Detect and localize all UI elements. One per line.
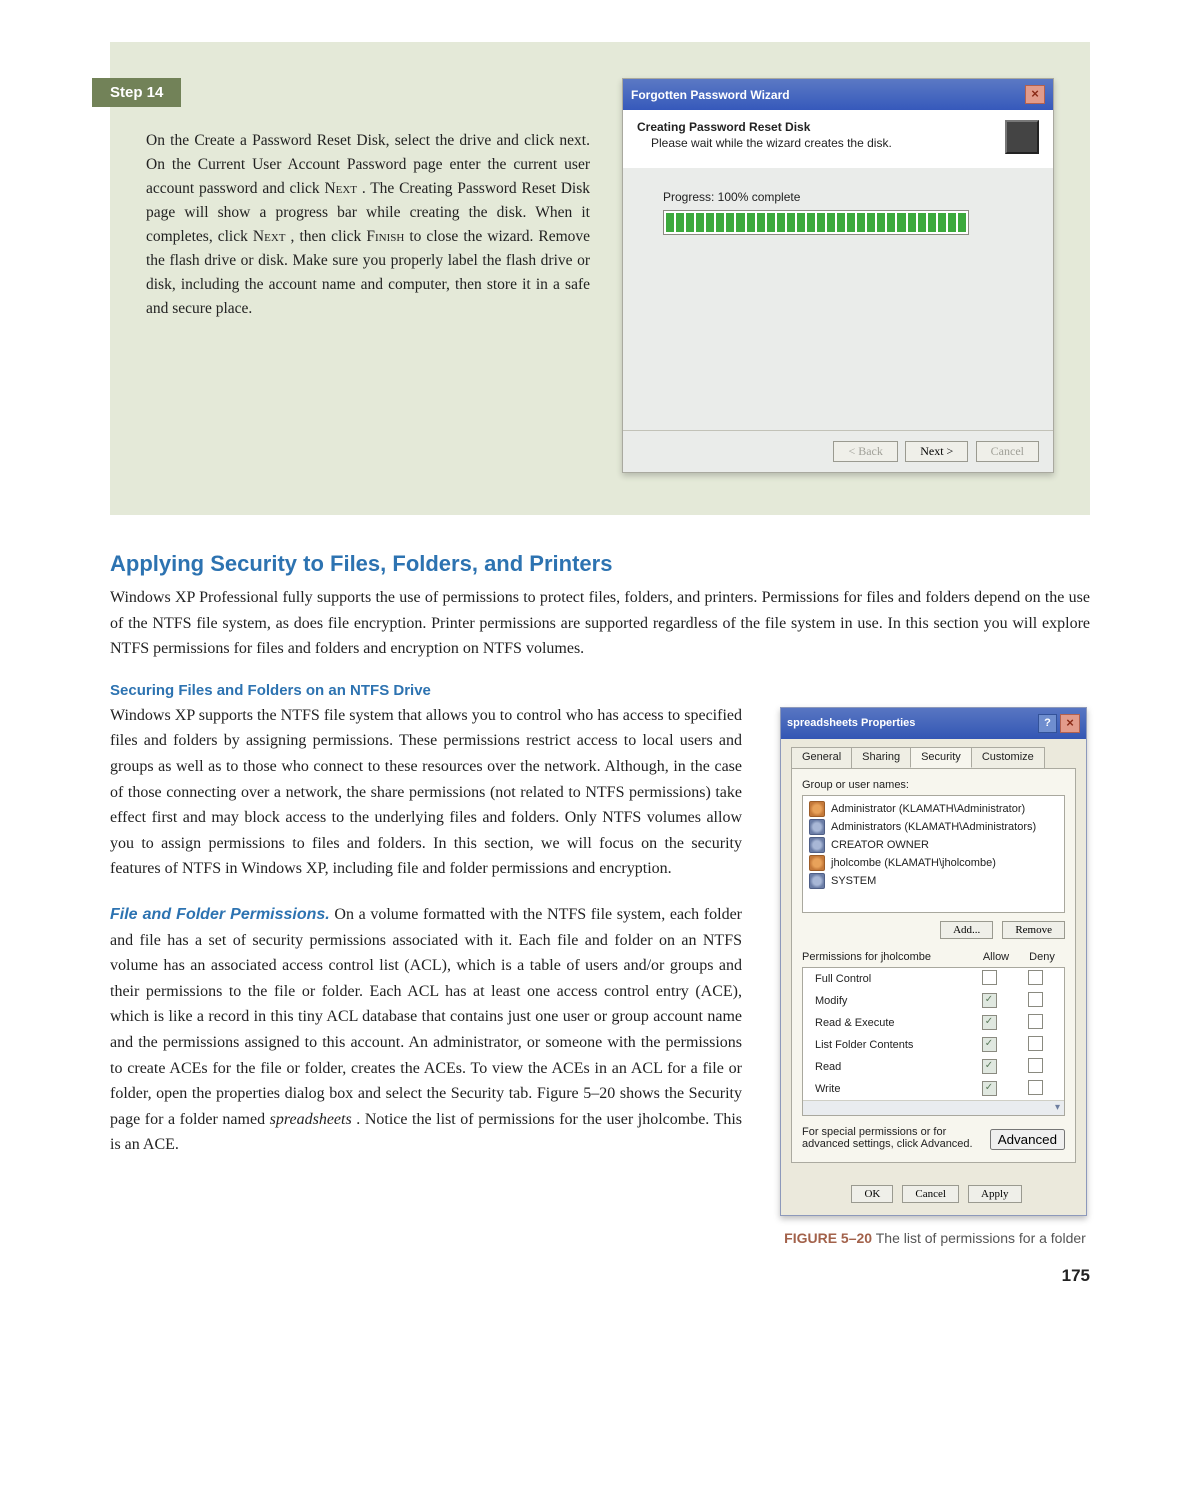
permissions-for-label: Permissions for jholcombe xyxy=(802,951,973,963)
allow-col-label: Allow xyxy=(973,951,1019,963)
advanced-button[interactable]: Advanced xyxy=(990,1129,1065,1150)
close-icon[interactable]: × xyxy=(1025,85,1045,104)
user-icon xyxy=(809,855,825,871)
perm-row: Write ✓ xyxy=(803,1078,1064,1100)
list-item[interactable]: Administrators (KLAMATH\Administrators) xyxy=(809,818,1058,836)
group-icon xyxy=(809,819,825,835)
security-tab-body: Group or user names: Administrator (KLAM… xyxy=(791,768,1076,1163)
permissions-header: Permissions for jholcombe Allow Deny xyxy=(802,951,1065,963)
perm-row: Read ✓ xyxy=(803,1056,1064,1078)
tab-customize[interactable]: Customize xyxy=(971,747,1045,768)
back-button[interactable]: < Back xyxy=(833,441,897,462)
wizard-sub-message: Please wait while the wizard creates the… xyxy=(651,136,997,150)
perm-row: Full Control xyxy=(803,968,1064,990)
cancel-button[interactable]: Cancel xyxy=(976,441,1039,462)
perm-row: List Folder Contents ✓ xyxy=(803,1034,1064,1056)
advanced-text: For special permissions or for advanced … xyxy=(802,1126,980,1150)
properties-title-bar: spreadsheets Properties ? × xyxy=(781,708,1086,739)
remove-button[interactable]: Remove xyxy=(1002,921,1065,939)
allow-checkbox[interactable]: ✓ xyxy=(982,993,997,1008)
subsection-para: Windows XP supports the NTFS file system… xyxy=(110,703,742,882)
wizard-title: Forgotten Password Wizard xyxy=(631,88,790,102)
deny-checkbox[interactable] xyxy=(1028,1080,1043,1095)
help-icon[interactable]: ? xyxy=(1038,714,1057,733)
add-button[interactable]: Add... xyxy=(940,921,993,939)
properties-title: spreadsheets Properties xyxy=(787,717,915,729)
perm-row: Modify ✓ xyxy=(803,990,1064,1012)
principal-list[interactable]: Administrator (KLAMATH\Administrator) Ad… xyxy=(802,795,1065,913)
figure-caption: FIGURE 5–20 The list of permissions for … xyxy=(780,1228,1090,1248)
section-heading: Applying Security to Files, Folders, and… xyxy=(110,551,1090,577)
allow-checkbox[interactable] xyxy=(982,970,997,985)
deny-checkbox[interactable] xyxy=(1028,992,1043,1007)
apply-button[interactable]: Apply xyxy=(968,1185,1022,1203)
cancel-button[interactable]: Cancel xyxy=(902,1185,959,1203)
user-icon xyxy=(809,801,825,817)
step-14-header: Step 14 xyxy=(92,78,181,107)
allow-checkbox[interactable]: ✓ xyxy=(982,1059,997,1074)
deny-checkbox[interactable] xyxy=(1028,970,1043,985)
wizard-header-panel: Creating Password Reset Disk Please wait… xyxy=(623,110,1053,168)
dialog-button-row: OK Cancel Apply xyxy=(781,1173,1086,1215)
tab-general[interactable]: General xyxy=(791,747,852,768)
progress-bar xyxy=(663,210,969,235)
subsection-heading: Securing Files and Folders on an NTFS Dr… xyxy=(110,682,1090,699)
allow-checkbox[interactable]: ✓ xyxy=(982,1037,997,1052)
deny-checkbox[interactable] xyxy=(1028,1036,1043,1051)
file-folder-permissions-para: File and Folder Permissions. On a volume… xyxy=(110,902,742,1158)
list-item[interactable]: Administrator (KLAMATH\Administrator) xyxy=(809,800,1058,818)
allow-checkbox[interactable]: ✓ xyxy=(982,1081,997,1096)
allow-checkbox[interactable]: ✓ xyxy=(982,1015,997,1030)
close-icon[interactable]: × xyxy=(1060,714,1080,733)
deny-col-label: Deny xyxy=(1019,951,1065,963)
list-item[interactable]: jholcombe (KLAMATH\jholcombe) xyxy=(809,854,1058,872)
list-item[interactable]: CREATOR OWNER xyxy=(809,836,1058,854)
tab-security[interactable]: Security xyxy=(910,747,972,768)
deny-checkbox[interactable] xyxy=(1028,1014,1043,1029)
wizard-title-bar: Forgotten Password Wizard × xyxy=(623,79,1053,110)
ffp-lead: File and Folder Permissions. xyxy=(110,906,330,923)
perm-row: Read & Execute ✓ xyxy=(803,1012,1064,1034)
progress-label: Progress: 100% complete xyxy=(663,190,1013,204)
tabs: General Sharing Security Customize xyxy=(791,747,1076,768)
key-icon xyxy=(1005,120,1039,154)
tab-sharing[interactable]: Sharing xyxy=(851,747,911,768)
list-item[interactable]: SYSTEM xyxy=(809,872,1058,890)
forgotten-password-wizard: Forgotten Password Wizard × Creating Pas… xyxy=(622,78,1054,473)
scroll-down-icon[interactable]: ▾ xyxy=(803,1100,1064,1115)
step-14-body: On the Create a Password Reset Disk, sel… xyxy=(146,129,590,321)
group-user-label: Group or user names: xyxy=(802,779,1065,791)
wizard-sub-title: Creating Password Reset Disk xyxy=(637,120,997,134)
section-intro: Windows XP Professional fully supports t… xyxy=(110,585,1090,662)
page-number: 175 xyxy=(110,1266,1090,1286)
group-icon xyxy=(809,873,825,889)
figure-label: FIGURE 5–20 xyxy=(784,1230,872,1246)
next-button[interactable]: Next > xyxy=(905,441,968,462)
group-icon xyxy=(809,837,825,853)
permissions-list: Full Control Modify ✓ Read & Execute xyxy=(802,967,1065,1116)
deny-checkbox[interactable] xyxy=(1028,1058,1043,1073)
properties-dialog: spreadsheets Properties ? × General Shar… xyxy=(780,707,1087,1216)
step-14-panel: Step 14 On the Create a Password Reset D… xyxy=(110,42,1090,515)
wizard-button-row: < Back Next > Cancel xyxy=(623,430,1053,472)
ok-button[interactable]: OK xyxy=(851,1185,893,1203)
